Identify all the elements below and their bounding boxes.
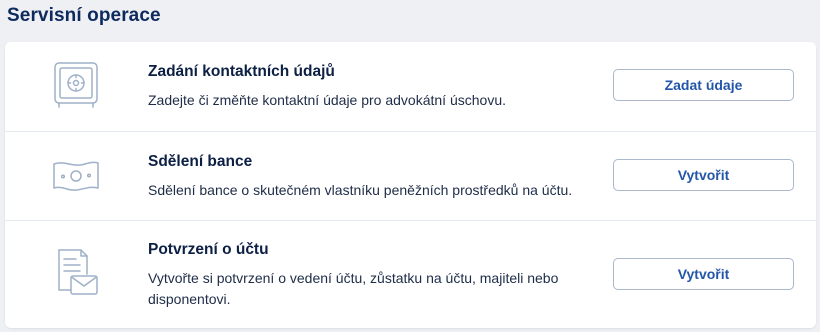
- operation-title: Potvrzení o účtu: [148, 241, 269, 258]
- operation-description: Vytvořte si potvrzení o vedení účtu, zůs…: [148, 270, 559, 307]
- operation-description: Sdělení bance o skutečném vlastníku peně…: [148, 182, 573, 198]
- section-title: Servisní operace: [7, 5, 161, 26]
- page: Servisní operace Zadání kontaktních údaj…: [0, 0, 820, 332]
- create-account-confirmation-button[interactable]: Vytvořit: [613, 258, 794, 290]
- document-envelope-icon: [49, 246, 103, 300]
- safe-icon: [49, 59, 103, 113]
- create-bank-notice-button[interactable]: Vytvořit: [613, 159, 794, 191]
- operation-row-bank-notice: Sdělení bance Sdělení bance o skutečném …: [5, 131, 816, 220]
- operation-row-contact-details: Zadání kontaktních údajů Zadejte či změň…: [5, 42, 816, 131]
- banknote-icon: [49, 149, 103, 203]
- operation-description: Zadejte či změňte kontaktní údaje pro ad…: [148, 92, 506, 108]
- operation-title: Zadání kontaktních údajů: [148, 63, 335, 80]
- enter-details-button[interactable]: Zadat údaje: [613, 69, 794, 101]
- operation-row-account-confirmation: Potvrzení o účtu Vytvořte si potvrzení o…: [5, 220, 816, 328]
- service-operations-card: Zadání kontaktních údajů Zadejte či změň…: [5, 42, 816, 328]
- operation-title: Sdělení bance: [148, 153, 253, 170]
